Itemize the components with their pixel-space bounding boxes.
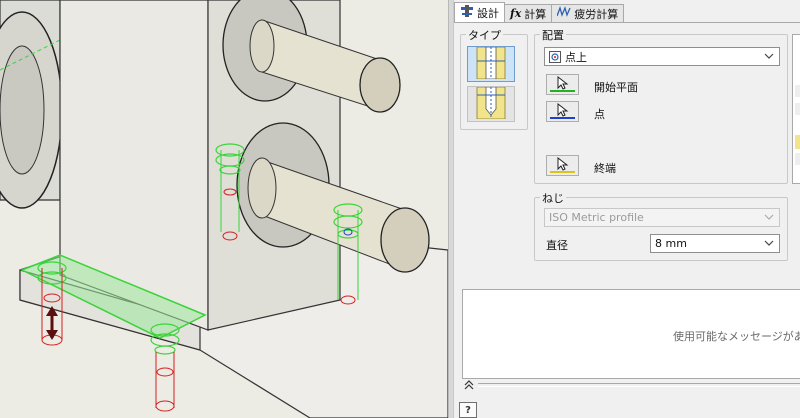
- tab-calculation-label: 計算: [524, 7, 547, 21]
- list-item[interactable]: [795, 135, 800, 149]
- model-view[interactable]: [0, 0, 448, 418]
- end-pick-button[interactable]: [546, 155, 579, 176]
- chevron-down-icon: [763, 237, 775, 249]
- chevron-down-icon: [763, 50, 775, 62]
- placement-type-select[interactable]: 点上: [544, 47, 780, 66]
- start-plane-pick-button[interactable]: [546, 74, 579, 95]
- message-text: 使用可能なメッセージがありま: [673, 330, 800, 343]
- type-blind-hole-button[interactable]: [467, 86, 515, 122]
- type-group-label: タイプ: [466, 27, 503, 43]
- placement-group-label: 配置: [540, 27, 566, 43]
- tab-strip: 設計 fx 計算 疲労計算: [454, 2, 625, 23]
- thread-profile-value: ISO Metric profile: [549, 211, 644, 224]
- blind-hole-type-icon: [476, 86, 506, 122]
- list-item[interactable]: [795, 153, 800, 165]
- double-chevron-up-icon: [464, 379, 474, 394]
- end-color-bar: [550, 171, 575, 173]
- diameter-select[interactable]: 8 mm: [650, 234, 780, 253]
- placement-type-value: 点上: [565, 50, 587, 64]
- message-expander[interactable]: [462, 380, 800, 392]
- upper-shaft-collar: [249, 19, 275, 73]
- tab-fatigue-label: 疲労計算: [574, 7, 619, 21]
- start-plane-label: 開始平面: [594, 81, 638, 94]
- list-item[interactable]: [795, 85, 800, 97]
- calc-fx-icon: fx: [510, 7, 522, 20]
- thread-group-label: ねじ: [540, 190, 566, 206]
- point-label: 点: [594, 108, 605, 121]
- lower-shaft-collar: [247, 157, 277, 219]
- tab-calculation[interactable]: fx 計算: [504, 4, 553, 22]
- tab-fatigue[interactable]: 疲労計算: [551, 4, 625, 22]
- 3d-viewport[interactable]: [0, 0, 448, 418]
- question-icon: ?: [465, 404, 471, 416]
- tab-design[interactable]: 設計: [454, 2, 505, 22]
- through-hole-type-icon: [476, 46, 506, 82]
- list-item[interactable]: [795, 103, 800, 115]
- tab-design-label: 設計: [477, 6, 499, 20]
- tab-underline: [454, 22, 800, 23]
- diameter-label: 直径: [546, 239, 568, 252]
- on-point-icon: [549, 50, 561, 63]
- upper-shaft-end: [359, 57, 401, 113]
- thread-profile-select: ISO Metric profile: [544, 208, 780, 227]
- start-plane-color-bar: [550, 90, 575, 92]
- bolt-component-list[interactable]: [792, 34, 800, 184]
- fatigue-graph-icon: [556, 5, 571, 21]
- chevron-down-icon: [763, 211, 775, 223]
- point-color-bar: [550, 117, 575, 119]
- help-button[interactable]: ?: [459, 402, 477, 418]
- bolted-connection-dialog: 設計 fx 計算 疲労計算 タイプ 配置 点上 開始平面 点 終端 ねじ ISO…: [454, 0, 800, 418]
- point-pick-button[interactable]: [546, 101, 579, 122]
- left-cylinder-bore: [0, 45, 45, 175]
- type-through-hole-button[interactable]: [467, 46, 515, 82]
- lower-shaft-end: [380, 207, 430, 273]
- message-area: 使用可能なメッセージがありま: [462, 289, 800, 379]
- end-label: 終端: [594, 162, 616, 175]
- diameter-value: 8 mm: [655, 237, 687, 250]
- design-tab-icon: [460, 5, 474, 20]
